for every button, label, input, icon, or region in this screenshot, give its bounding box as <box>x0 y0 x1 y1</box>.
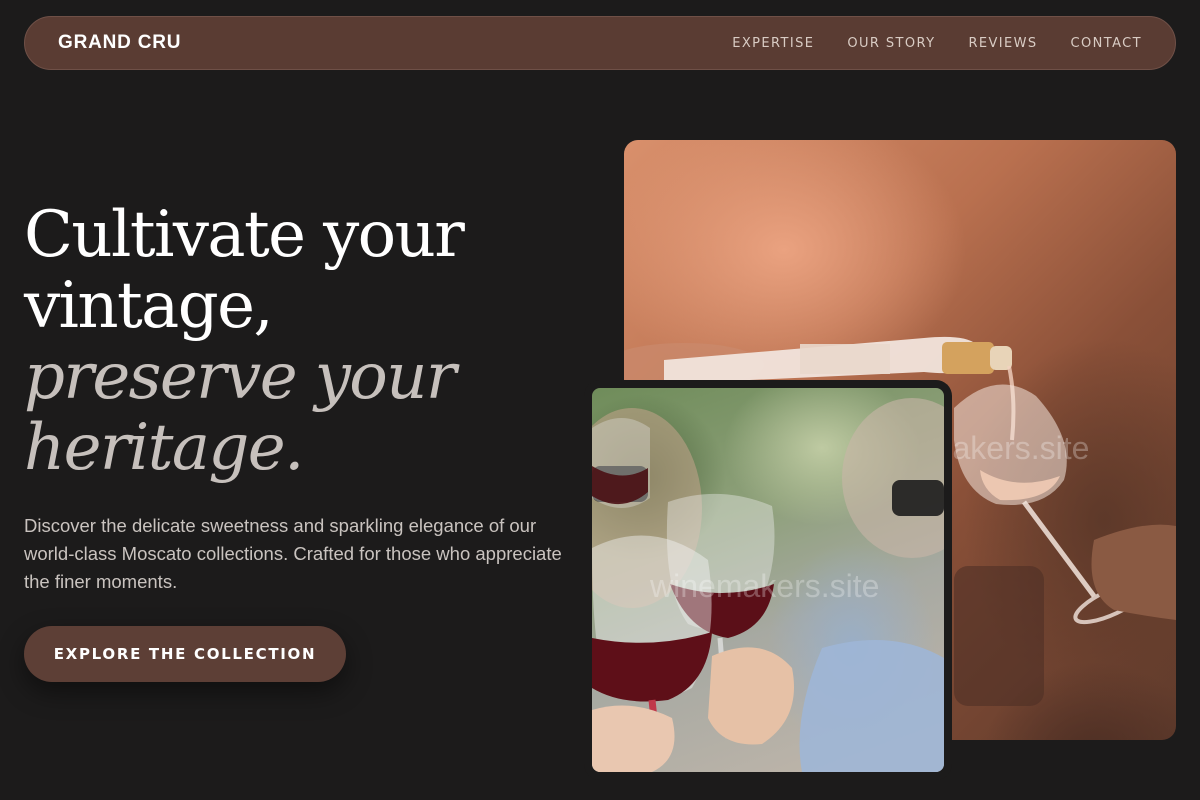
nav-link-reviews[interactable]: REVIEWS <box>968 36 1037 51</box>
photo-frame: winemakers.site <box>584 380 952 780</box>
nav-link-contact[interactable]: CONTACT <box>1071 36 1142 51</box>
hero-description: Discover the delicate sweetness and spar… <box>24 515 562 592</box>
nav-link-our-story[interactable]: OUR STORY <box>847 36 935 51</box>
wine-glass-1-shape <box>592 418 650 508</box>
hero-title: Cultivate your vintage, preserve your he… <box>24 200 584 484</box>
nav-link-expertise[interactable]: EXPERTISE <box>732 36 814 51</box>
small-image-watermark: winemakers.site <box>650 568 880 604</box>
hero-title-line-4: heritage. <box>24 411 304 485</box>
explore-collection-button[interactable]: EXPLORE THE COLLECTION <box>24 626 346 682</box>
hero-image-red-wine-toast: winemakers.site <box>592 388 944 772</box>
hero-title-line-1: Cultivate your <box>24 198 465 272</box>
hero-title-line-2: vintage, <box>24 269 274 343</box>
hero-title-line-3: preserve your <box>24 340 456 414</box>
page: GRAND CRU EXPERTISE OUR STORY REVIEWS CO… <box>0 0 1200 800</box>
navbar: GRAND CRU EXPERTISE OUR STORY REVIEWS CO… <box>24 16 1176 70</box>
nav-links: EXPERTISE OUR STORY REVIEWS CONTACT <box>732 36 1142 51</box>
wine-bottle-shape <box>664 336 1012 384</box>
brand-logo[interactable]: GRAND CRU <box>58 32 181 54</box>
